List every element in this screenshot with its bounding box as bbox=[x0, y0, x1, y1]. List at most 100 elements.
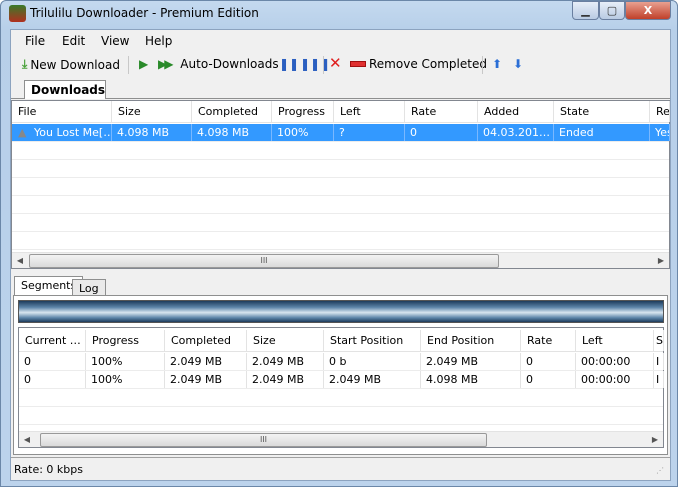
cell-end-position: 4.098 MB bbox=[421, 371, 521, 388]
window-title: Trilulilu Downloader - Premium Edition bbox=[30, 6, 259, 20]
cell-file: You Lost Me[… bbox=[12, 124, 112, 141]
auto-downloads-label: Auto-Downloads bbox=[180, 57, 279, 71]
move-down-button[interactable]: ⬇ bbox=[513, 57, 523, 71]
segments-header: Current … Progress Completed Size Start … bbox=[19, 330, 664, 352]
cell-progress: 100% bbox=[272, 124, 334, 141]
scroll-thumb[interactable]: III bbox=[40, 433, 487, 447]
table-row[interactable]: You Lost Me[… ▲ 4.098 MB 4.098 MB 100% ?… bbox=[12, 124, 670, 142]
column-header-size[interactable]: Size bbox=[112, 101, 192, 122]
table-row[interactable]: 0 100% 2.049 MB 2.049 MB 2.049 MB 4.098 … bbox=[19, 371, 664, 389]
segments-table: Current … Progress Completed Size Start … bbox=[18, 327, 664, 448]
status-rate: Rate: 0 kbps bbox=[14, 463, 83, 476]
new-download-label: New Download bbox=[30, 57, 120, 72]
column-header-resume[interactable]: Re bbox=[650, 101, 670, 122]
cell-end-position: 2.049 MB bbox=[421, 353, 521, 370]
scroll-thumb[interactable]: III bbox=[29, 254, 499, 268]
status-divider bbox=[11, 457, 670, 458]
column-header-progress[interactable]: Progress bbox=[86, 330, 165, 351]
column-header-left[interactable]: Left bbox=[334, 101, 405, 122]
cell-state: I bbox=[654, 371, 664, 388]
menu-help[interactable]: Help bbox=[145, 34, 172, 48]
app-logo-icon bbox=[9, 5, 26, 22]
cell-current: 0 bbox=[19, 371, 86, 388]
column-header-completed[interactable]: Completed bbox=[192, 101, 272, 122]
fast-forward-icon: ▶▶ bbox=[158, 57, 174, 71]
arrow-down-icon: ⬇ bbox=[513, 57, 524, 71]
column-header-state[interactable]: State bbox=[554, 101, 650, 122]
cell-resume: Yes bbox=[650, 124, 670, 141]
toolbar-separator bbox=[323, 56, 324, 74]
cell-left: 00:00:00 bbox=[576, 371, 654, 388]
pause-all-button[interactable]: ❚❚❚ bbox=[300, 57, 330, 71]
cell-progress: 100% bbox=[86, 353, 165, 370]
column-header-size[interactable]: Size bbox=[247, 330, 324, 351]
cell-current: 0 bbox=[19, 353, 86, 370]
table-row[interactable]: 0 100% 2.049 MB 2.049 MB 0 b 2.049 MB 0 … bbox=[19, 353, 664, 371]
cell-left: ? bbox=[334, 124, 405, 141]
column-header-rate[interactable]: Rate bbox=[521, 330, 576, 351]
tab-downloads[interactable]: Downloads bbox=[24, 80, 106, 99]
column-header-progress[interactable]: Progress bbox=[272, 101, 334, 122]
play-icon: ▶ bbox=[139, 57, 149, 71]
move-up-button[interactable]: ⬆ bbox=[492, 57, 502, 71]
toolbar-separator bbox=[482, 56, 483, 74]
downloads-table: File Size Completed Progress Left Rate A… bbox=[11, 100, 670, 269]
column-header-rate[interactable]: Rate bbox=[405, 101, 478, 122]
remove-completed-label: Remove Completed bbox=[369, 57, 487, 71]
cell-completed: 4.098 MB bbox=[192, 124, 272, 141]
cell-rate: 0 bbox=[521, 353, 576, 370]
cell-rate: 0 bbox=[521, 371, 576, 388]
remove-button[interactable]: ✕ bbox=[329, 54, 342, 72]
menu-file[interactable]: File bbox=[25, 34, 45, 48]
column-header-left[interactable]: Left bbox=[576, 330, 654, 351]
minimize-button[interactable]: ▁ bbox=[572, 1, 599, 20]
remove-completed-button[interactable]: Remove Completed bbox=[350, 57, 487, 71]
cell-size: 2.049 MB bbox=[247, 353, 324, 370]
tab-line bbox=[11, 98, 670, 99]
cell-added: 04.03.201… bbox=[478, 124, 554, 141]
cell-size: 2.049 MB bbox=[247, 371, 324, 388]
arrow-up-icon: ⬆ bbox=[492, 57, 503, 71]
cell-state: Ended bbox=[554, 124, 650, 141]
cell-completed: 2.049 MB bbox=[165, 371, 247, 388]
toolbar-separator bbox=[128, 56, 129, 74]
table-header: File Size Completed Progress Left Rate A… bbox=[12, 101, 670, 123]
scroll-left-arrow-icon[interactable]: ◀ bbox=[19, 432, 35, 448]
cell-left: 00:00:00 bbox=[576, 353, 654, 370]
auto-downloads-button[interactable]: ▶▶ Auto-Downloads bbox=[158, 57, 279, 71]
scroll-right-arrow-icon[interactable]: ▶ bbox=[647, 432, 663, 448]
column-header-current[interactable]: Current … bbox=[19, 330, 86, 351]
cell-state: I bbox=[654, 353, 664, 370]
scroll-left-arrow-icon[interactable]: ◀ bbox=[12, 253, 28, 269]
remove-icon bbox=[350, 61, 366, 67]
resize-grip-icon[interactable]: ⋰ bbox=[656, 466, 664, 475]
cell-rate: 0 bbox=[405, 124, 478, 141]
cell-start-position: 2.049 MB bbox=[324, 371, 421, 388]
cell-completed: 2.049 MB bbox=[165, 353, 247, 370]
column-header-start-position[interactable]: Start Position bbox=[324, 330, 421, 351]
cell-progress: 100% bbox=[86, 371, 165, 388]
column-header-end-position[interactable]: End Position bbox=[421, 330, 521, 351]
pause-icon: ❚❚ bbox=[279, 57, 300, 71]
new-download-button[interactable]: ⤓ New Download bbox=[22, 57, 120, 72]
cell-start-position: 0 b bbox=[324, 353, 421, 370]
horizontal-scrollbar[interactable]: ◀ III ▶ bbox=[19, 431, 663, 447]
column-header-completed[interactable]: Completed bbox=[165, 330, 247, 351]
maximize-button[interactable]: ▢ bbox=[599, 1, 625, 20]
x-icon: ✕ bbox=[329, 54, 342, 72]
tab-log[interactable]: Log bbox=[72, 279, 106, 295]
start-button[interactable]: ▶ bbox=[139, 57, 148, 71]
column-header-state[interactable]: S bbox=[654, 330, 664, 351]
horizontal-scrollbar[interactable]: ◀ III ▶ bbox=[12, 252, 669, 268]
menu-view[interactable]: View bbox=[101, 34, 129, 48]
menu-edit[interactable]: Edit bbox=[62, 34, 85, 48]
column-header-added[interactable]: Added bbox=[478, 101, 554, 122]
close-button[interactable]: X bbox=[625, 1, 671, 20]
column-header-file[interactable]: File bbox=[12, 101, 112, 122]
pause-all-icon: ❚❚❚ bbox=[300, 57, 331, 71]
download-icon: ⤓ bbox=[22, 57, 28, 71]
pause-button[interactable]: ❚❚ bbox=[279, 57, 299, 71]
scroll-right-arrow-icon[interactable]: ▶ bbox=[653, 253, 669, 269]
segments-progress-fill bbox=[19, 301, 663, 322]
cell-size: 4.098 MB bbox=[112, 124, 192, 141]
